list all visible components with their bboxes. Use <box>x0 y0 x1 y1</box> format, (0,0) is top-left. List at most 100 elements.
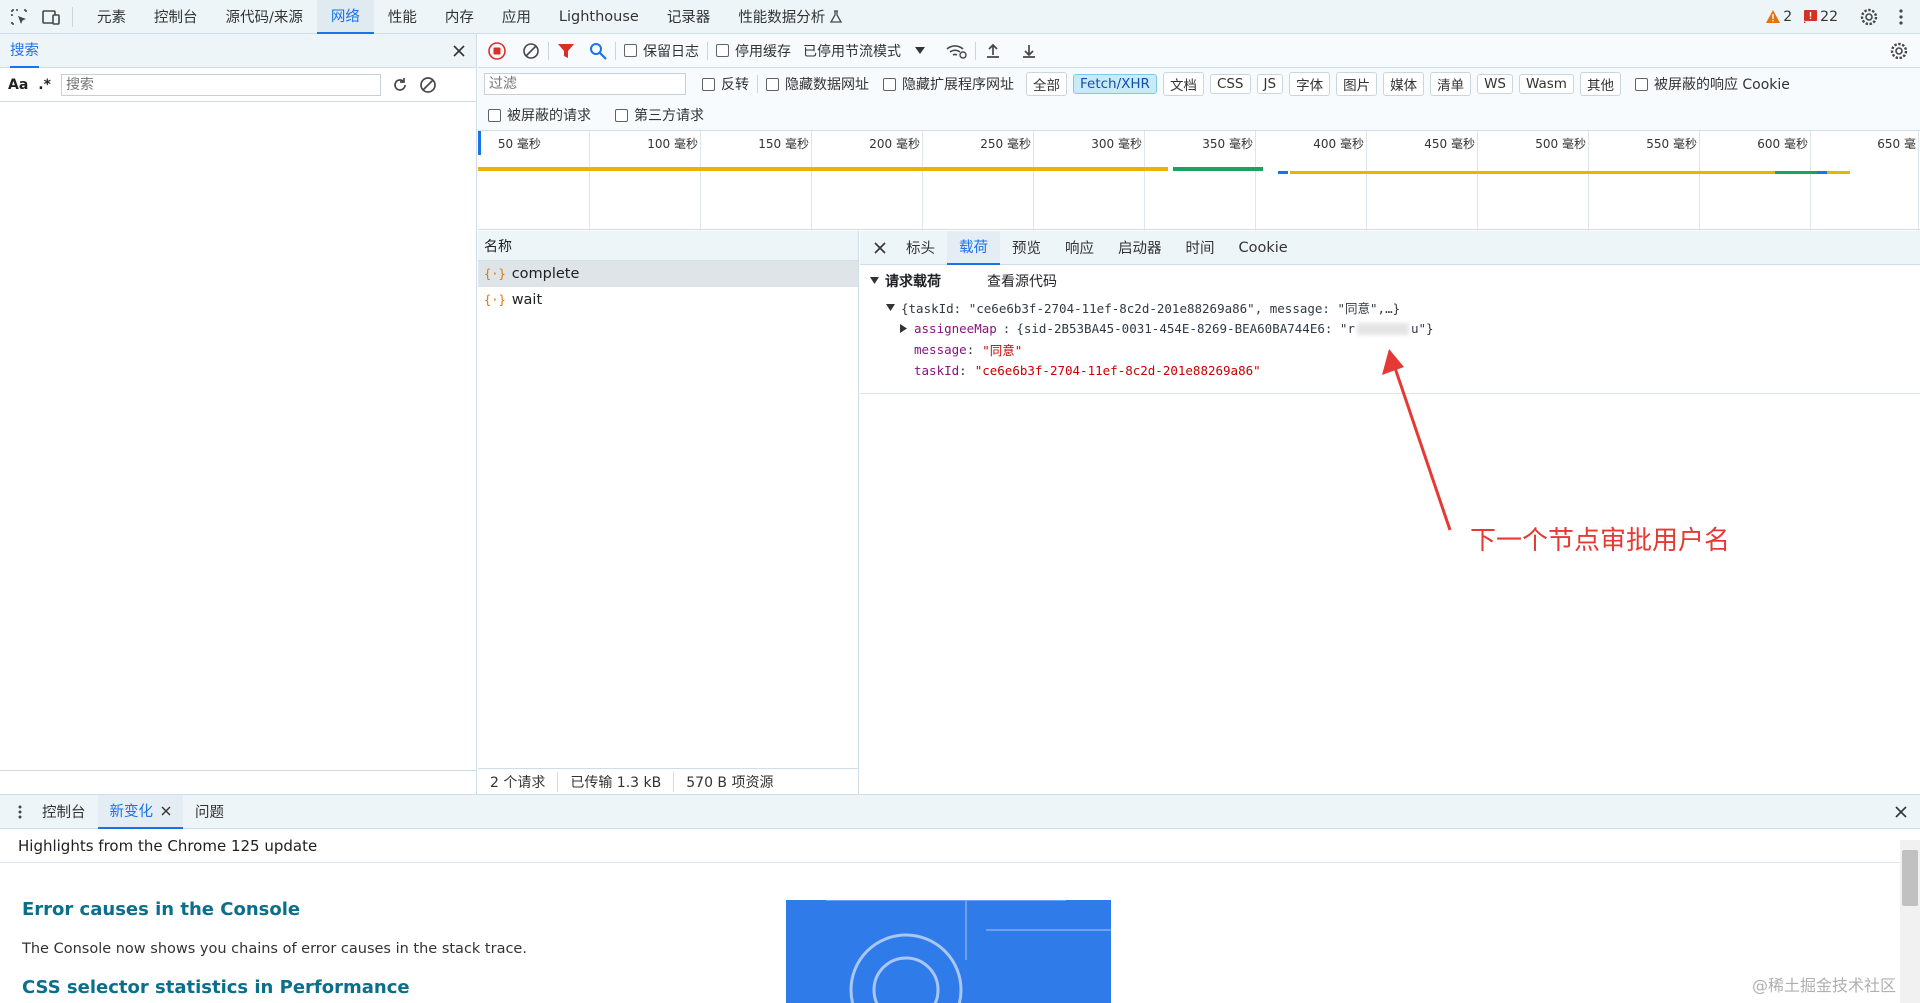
export-har-icon[interactable] <box>1020 42 1038 60</box>
tab-headers[interactable]: 标头 <box>894 231 947 265</box>
filter-img[interactable]: 图片 <box>1336 72 1378 96</box>
whats-new-video-thumbnail[interactable] <box>786 900 1111 1003</box>
whats-new-item-title[interactable]: CSS selector statistics in Performance <box>22 977 410 998</box>
tab-elements[interactable]: 元素 <box>83 0 140 34</box>
flask-icon <box>830 9 843 23</box>
drawer-scrollbar[interactable] <box>1900 840 1920 1003</box>
clear-search-icon[interactable] <box>419 76 437 94</box>
filter-manifest[interactable]: 清单 <box>1430 72 1472 96</box>
network-overview-timeline[interactable]: 50 毫秒 100 毫秒 150 毫秒 200 毫秒 250 毫秒 300 毫秒… <box>478 130 1920 231</box>
tab-application[interactable]: 应用 <box>488 0 545 34</box>
timeline-tick-label: 600 毫秒 <box>1757 137 1808 151</box>
timeline-tick: 350 毫秒 <box>1202 131 1256 231</box>
inspect-element-icon[interactable] <box>6 4 32 30</box>
colon: : <box>1002 321 1011 336</box>
filter-funnel-icon[interactable] <box>557 42 575 60</box>
tab-recorder[interactable]: 记录器 <box>653 0 725 34</box>
filter-media[interactable]: 媒体 <box>1383 72 1425 96</box>
blocked-requests-checkbox[interactable]: 被屏蔽的请求 <box>488 105 591 125</box>
request-row[interactable]: {·} wait <box>478 287 858 313</box>
search-sidebar: 搜索 Aa .* <box>0 34 477 794</box>
tab-performance-insights[interactable]: 性能数据分析 <box>724 0 857 34</box>
blocked-response-cookies-checkbox[interactable]: 被屏蔽的响应 Cookie <box>1634 74 1790 94</box>
filter-css[interactable]: CSS <box>1209 74 1251 94</box>
filter-wasm[interactable]: Wasm <box>1519 74 1574 94</box>
tab-response[interactable]: 响应 <box>1053 231 1106 265</box>
close-detail-icon[interactable] <box>866 241 894 255</box>
hide-data-urls-checkbox[interactable]: 隐藏数据网址 <box>766 74 869 94</box>
request-row[interactable]: {·} complete <box>478 261 858 287</box>
payload-summary: {taskId: "ce6e6b3f-2704-11ef-8c2d-201e88… <box>901 301 1401 316</box>
blocked-response-cookies-label: 被屏蔽的响应 Cookie <box>1653 77 1790 93</box>
filter-ws[interactable]: WS <box>1477 74 1513 94</box>
match-case-toggle[interactable]: Aa <box>8 77 28 93</box>
drawer-tab-whats-new[interactable]: 新变化 <box>97 794 183 829</box>
errors-badge[interactable]: 22 <box>1804 9 1838 25</box>
invert-checkbox[interactable]: 反转 <box>702 74 749 94</box>
network-conditions-icon[interactable] <box>945 42 967 60</box>
timeline-bar-wait-download <box>1775 171 1817 174</box>
third-party-checkbox[interactable]: 第三方请求 <box>615 105 704 125</box>
warnings-badge[interactable]: 2 <box>1766 9 1792 25</box>
search-input[interactable] <box>60 73 381 96</box>
more-options-icon[interactable] <box>1888 4 1914 30</box>
timeline-tick-label: 250 毫秒 <box>980 137 1031 151</box>
payload-root-row[interactable]: {taskId: "ce6e6b3f-2704-11ef-8c2d-201e88… <box>870 297 1920 318</box>
tab-network[interactable]: 网络 <box>316 0 374 34</box>
drawer-tab-issues[interactable]: 问题 <box>183 795 236 829</box>
search-magnifier-icon[interactable] <box>589 42 607 60</box>
clear-log-icon[interactable] <box>522 42 540 60</box>
network-settings-gear-icon[interactable] <box>1890 42 1908 60</box>
xhr-icon: {·} <box>484 293 506 307</box>
drawer-scrollbar-thumb[interactable] <box>1902 850 1918 906</box>
message-key: message <box>914 342 967 357</box>
filter-js[interactable]: JS <box>1256 74 1284 94</box>
tab-preview[interactable]: 预览 <box>1000 231 1053 265</box>
tab-timing[interactable]: 时间 <box>1174 231 1227 265</box>
preserve-log-checkbox[interactable]: 保留日志 <box>624 41 699 61</box>
refresh-icon[interactable] <box>391 76 409 94</box>
payload-section-header[interactable]: 请求载荷 查看源代码 <box>860 265 1920 297</box>
timeline-marker-blue <box>1817 171 1827 174</box>
drawer-tab-console[interactable]: 控制台 <box>30 795 98 829</box>
request-count: 2 个请求 <box>478 771 559 792</box>
filter-fetch-xhr[interactable]: Fetch/XHR <box>1073 74 1157 94</box>
import-har-icon[interactable] <box>984 42 1002 60</box>
tab-lighthouse[interactable]: Lighthouse <box>545 0 653 34</box>
filter-doc[interactable]: 文档 <box>1162 72 1204 96</box>
drawer-tab-whats-new-label: 新变化 <box>109 804 154 820</box>
record-stop-icon[interactable] <box>488 41 506 60</box>
tab-payload[interactable]: 载荷 <box>947 230 1000 265</box>
drawer-menu-icon[interactable] <box>0 804 30 820</box>
settings-gear-icon[interactable] <box>1856 4 1882 30</box>
whats-new-item-title[interactable]: Error causes in the Console <box>22 899 300 920</box>
tab-performance[interactable]: 性能 <box>374 0 431 34</box>
timeline-tick-label: 400 毫秒 <box>1313 137 1364 151</box>
errors-count: 22 <box>1820 8 1838 25</box>
filter-input[interactable] <box>484 73 686 95</box>
throttling-select[interactable]: 已停用节流模式 <box>803 41 925 61</box>
timeline-tick-label: 100 毫秒 <box>647 137 698 151</box>
filter-font[interactable]: 字体 <box>1289 72 1331 96</box>
close-tab-icon[interactable] <box>161 806 171 816</box>
device-toolbar-icon[interactable] <box>38 4 64 30</box>
filter-other[interactable]: 其他 <box>1579 72 1621 96</box>
tab-initiator[interactable]: 启动器 <box>1106 231 1174 265</box>
view-source-link[interactable]: 查看源代码 <box>987 271 1057 291</box>
search-toolbar: Aa .* <box>0 68 476 102</box>
close-search-icon[interactable] <box>452 44 466 58</box>
disable-cache-checkbox[interactable]: 停用缓存 <box>716 41 791 61</box>
regex-toggle[interactable]: .* <box>38 77 51 93</box>
filter-all[interactable]: 全部 <box>1026 72 1067 96</box>
tab-memory[interactable]: 内存 <box>431 0 488 34</box>
request-name: complete <box>511 266 580 282</box>
assignee-map-row[interactable]: assigneeMap: {sid-2B53BA45-0031-454E-826… <box>870 318 1920 339</box>
tab-sources[interactable]: 源代码/来源 <box>212 0 317 34</box>
tab-console[interactable]: 控制台 <box>140 0 212 34</box>
tab-search[interactable]: 搜索 <box>10 34 39 68</box>
tab-cookies[interactable]: Cookie <box>1227 231 1300 265</box>
name-column-header[interactable]: 名称 <box>478 231 858 261</box>
hide-extension-urls-checkbox[interactable]: 隐藏扩展程序网址 <box>883 74 1014 94</box>
close-drawer-icon[interactable] <box>1894 805 1908 819</box>
checkbox-box <box>624 44 637 57</box>
